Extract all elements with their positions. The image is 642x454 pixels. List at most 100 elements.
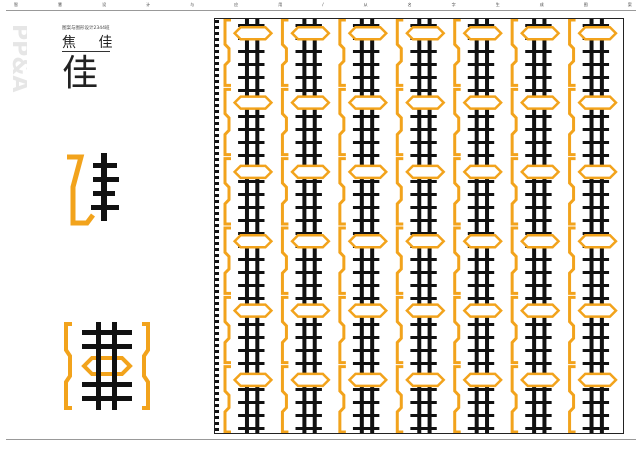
lattice-bar: [467, 219, 495, 222]
repeat-pattern: [215, 18, 618, 434]
edge-dash: [215, 140, 219, 143]
lattice-bar: [410, 76, 437, 79]
edge-dash: [215, 170, 219, 173]
hexagon-motif: [577, 164, 618, 180]
bracket-motif: [395, 157, 404, 226]
glyph-black-part: [91, 153, 119, 221]
lattice-vertical: [370, 18, 375, 434]
lattice-bar: [410, 336, 437, 339]
lattice-bar: [467, 388, 495, 391]
running-head-char: 从: [363, 2, 368, 7]
running-head-char: 设: [102, 2, 107, 7]
edge-dash: [215, 248, 219, 251]
lattice-bar: [238, 258, 265, 261]
lattice-bar: [238, 297, 265, 300]
pattern-column: [338, 18, 389, 434]
lattice-bar: [238, 76, 265, 79]
lattice-bar: [467, 271, 495, 274]
edge-dash: [215, 362, 219, 365]
edge-dash: [215, 428, 219, 431]
lattice-bar: [410, 349, 437, 352]
lattice-bar: [295, 115, 322, 118]
hexagon-motif: [520, 372, 561, 388]
bracket-motif: [223, 18, 231, 87]
edge-dash: [215, 26, 219, 29]
lattice-bar: [582, 89, 610, 92]
edge-dash: [215, 212, 219, 215]
top-rule: [6, 10, 636, 11]
lattice-bar: [295, 427, 322, 430]
hexagon-motif: [290, 303, 331, 318]
lattice-bar: [410, 414, 437, 417]
lattice-bar: [582, 414, 610, 417]
lattice-bar: [295, 323, 322, 326]
bracket-motif: [395, 226, 404, 295]
lattice-vertical: [589, 18, 594, 434]
hexagon-motif: [290, 26, 331, 41]
bracket-motif: [568, 226, 576, 295]
lattice-bar: [525, 115, 552, 118]
edge-dash: [215, 182, 219, 185]
bracket-motif: [223, 365, 231, 434]
lattice-bar: [352, 63, 380, 66]
lattice-bar: [582, 349, 610, 352]
lattice-bar: [295, 362, 322, 365]
lattice-bar: [238, 349, 265, 352]
lattice-bar: [238, 323, 265, 326]
running-head-char: 智: [14, 2, 18, 7]
running-head-char: 慧: [58, 2, 63, 7]
lattice-bar: [352, 154, 380, 157]
lattice-bar: [295, 63, 322, 66]
bracket-motif: [338, 226, 346, 295]
lattice-bar: [525, 76, 552, 79]
bracket-motif: [453, 365, 461, 434]
lattice-bar: [467, 76, 495, 79]
lattice-bar: [295, 414, 322, 417]
lattice-bar: [352, 128, 380, 131]
lattice-bar: [352, 258, 380, 261]
lattice-bar: [467, 323, 495, 326]
hexagon-motif: [347, 234, 389, 249]
lattice-bar: [410, 206, 437, 209]
lattice-bar: [352, 180, 380, 183]
lattice-vertical: [244, 18, 249, 434]
lattice-bar: [410, 141, 437, 144]
bracket-motif: [510, 226, 519, 295]
edge-dash: [215, 200, 219, 203]
edge-dash: [215, 104, 219, 107]
bracket-motif: [338, 157, 346, 226]
hexagon-motif: [577, 234, 618, 249]
hexagon-motif: [520, 303, 561, 318]
lattice-vertical: [599, 18, 604, 434]
lattice-bar: [238, 154, 265, 157]
lattice-bar: [295, 180, 322, 183]
lattice-bar: [410, 297, 437, 300]
lattice-bar: [410, 154, 437, 157]
hexagon-motif: [520, 95, 561, 110]
lattice-bar: [352, 427, 380, 430]
running-head-char: 与: [190, 2, 195, 7]
edge-dash: [215, 110, 219, 113]
edge-dash: [215, 332, 219, 335]
bracket-motif: [280, 295, 289, 365]
lattice-bar: [582, 193, 610, 196]
lattice-bar: [295, 50, 322, 53]
edge-dash: [215, 98, 219, 101]
bracket-motif: [223, 295, 231, 365]
lattice-bar: [352, 193, 380, 196]
running-head-char: 用: [278, 2, 283, 7]
running-head-char: 名: [407, 2, 412, 7]
lattice-bar: [582, 297, 610, 300]
lattice-bar: [352, 219, 380, 222]
edge-dash: [215, 56, 219, 59]
bottom-rule: [6, 439, 636, 440]
edge-dash: [215, 254, 219, 257]
lattice-bar: [410, 193, 437, 196]
lattice-bar: [467, 258, 495, 261]
lattice-bar: [582, 219, 610, 222]
lattice-bar: [352, 401, 380, 404]
edge-dash: [215, 416, 219, 419]
bracket-motif: [510, 157, 519, 226]
lattice-bar: [238, 89, 265, 92]
lattice-bar: [295, 271, 322, 274]
